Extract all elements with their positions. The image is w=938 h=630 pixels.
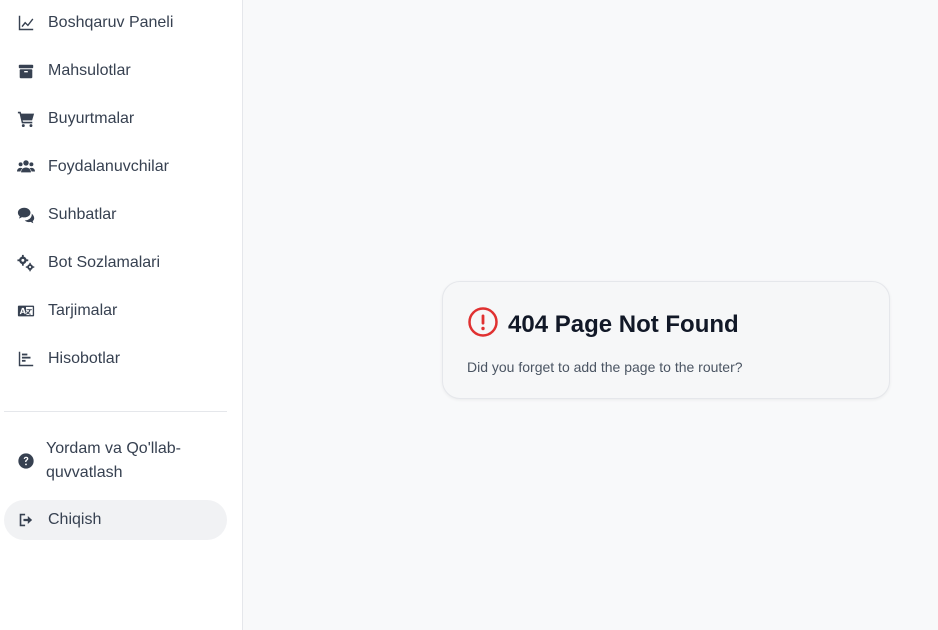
sidebar: Boshqaruv Paneli Mahsulotlar Buyurtmalar… [0, 0, 243, 630]
alert-circle-icon [467, 306, 499, 343]
users-icon [16, 157, 36, 177]
app-root: Boshqaruv Paneli Mahsulotlar Buyurtmalar… [0, 0, 938, 630]
not-found-title: 404 Page Not Found [508, 310, 739, 338]
sidebar-item-label: Tarjimalar [48, 302, 118, 319]
sidebar-item-products[interactable]: Mahsulotlar [4, 51, 227, 91]
sidebar-item-orders[interactable]: Buyurtmalar [4, 99, 227, 139]
logout-icon [16, 510, 36, 530]
sidebar-item-label: Hisobotlar [48, 350, 121, 367]
sidebar-item-reports[interactable]: Hisobotlar [4, 339, 227, 379]
help-support-label: Yordam va Qo'llab-quvvatlash [46, 440, 181, 481]
sidebar-item-users[interactable]: Foydalanuvchilar [4, 147, 227, 187]
sidebar-item-label: Buyurtmalar [48, 110, 135, 127]
gears-icon [16, 253, 36, 273]
not-found-header: 404 Page Not Found [467, 306, 865, 343]
logout-button[interactable]: Chiqish [4, 500, 227, 540]
box-icon [16, 61, 36, 81]
not-found-card: 404 Page Not Found Did you forget to add… [442, 281, 890, 399]
cart-icon [16, 109, 36, 129]
logout-label: Chiqish [48, 511, 102, 528]
help-support-button[interactable]: Yordam va Qo'llab-quvvatlash [4, 436, 227, 486]
sidebar-item-label: Bot Sozlamalari [48, 254, 161, 271]
chat-icon [16, 205, 36, 225]
sidebar-item-label: Suhbatlar [48, 206, 117, 223]
sidebar-item-label: Foydalanuvchilar [48, 158, 169, 175]
sidebar-item-bot-settings[interactable]: Bot Sozlamalari [4, 243, 227, 283]
bar-chart-icon [16, 349, 36, 369]
main-content: 404 Page Not Found Did you forget to add… [243, 0, 938, 630]
sidebar-item-dashboard[interactable]: Boshqaruv Paneli [4, 3, 227, 43]
chart-line-icon [16, 13, 36, 33]
language-icon [16, 301, 36, 321]
sidebar-item-label: Mahsulotlar [48, 62, 131, 79]
question-circle-icon [16, 451, 36, 471]
not-found-message: Did you forget to add the page to the ro… [467, 359, 743, 375]
sidebar-item-label: Boshqaruv Paneli [48, 14, 174, 31]
sidebar-item-translations[interactable]: Tarjimalar [4, 291, 227, 331]
sidebar-divider [4, 411, 227, 412]
sidebar-item-chats[interactable]: Suhbatlar [4, 195, 227, 235]
